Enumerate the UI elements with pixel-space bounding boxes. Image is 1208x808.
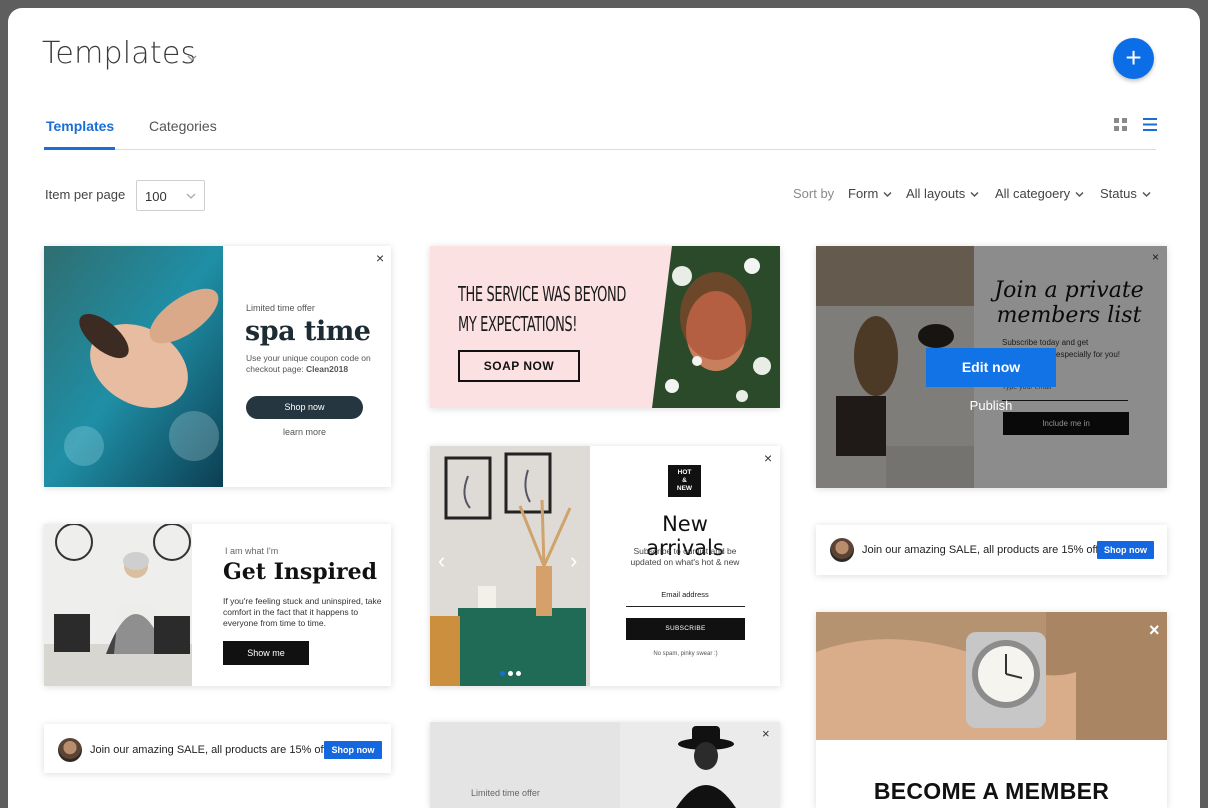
avatar	[58, 738, 82, 762]
plus-icon: +	[1125, 42, 1142, 73]
interior-plant-photo	[430, 446, 590, 686]
arrivals-subscribe-button[interactable]: SUBSCRIBE	[626, 618, 745, 640]
hot-new-badge: HOT & NEW	[668, 465, 701, 497]
spa-title: spa time	[245, 316, 371, 347]
template-card-limited[interactable]: × Limited time offer	[430, 722, 780, 808]
close-icon[interactable]: ×	[762, 726, 770, 741]
sale-bar-shop-button[interactable]: Shop now	[1097, 541, 1154, 559]
service-title: The service was beyond my expectations!	[458, 279, 688, 339]
filter-category[interactable]: All categoery	[995, 186, 1084, 201]
active-tab-indicator	[44, 147, 115, 150]
tab-categories[interactable]: Categories	[149, 118, 217, 134]
carousel-dot[interactable]	[508, 671, 513, 676]
sale-bar-shop-button[interactable]: Shop now	[324, 741, 382, 759]
inspired-body: If you're feeling stuck and uninspired, …	[223, 596, 382, 628]
close-icon[interactable]: ×	[376, 250, 384, 266]
member-title: BECOME A MEMBER	[873, 778, 1110, 804]
items-per-page-value: 100	[145, 189, 167, 204]
inspired-eyebrow: I am what I'm	[225, 546, 279, 556]
inspired-title: Get Inspired	[223, 559, 377, 585]
carousel-dots[interactable]	[500, 671, 524, 677]
items-per-page-label: Item per page	[45, 187, 126, 202]
tab-templates[interactable]: Templates	[46, 118, 114, 134]
spa-shop-button[interactable]: Shop now	[246, 396, 363, 419]
template-card-members[interactable]: Join a private members list Subscribe to…	[816, 246, 1167, 488]
sort-by-label: Sort by	[793, 186, 835, 201]
carousel-dot[interactable]	[516, 671, 521, 676]
chevron-down-icon	[970, 192, 979, 198]
sale-bar-text: Join our amazing SALE, all products are …	[862, 544, 1099, 556]
inspired-show-button[interactable]: Show me	[223, 641, 309, 665]
limited-eyebrow: Limited time offer	[471, 788, 540, 798]
sale-bar-text: Join our amazing SALE, all products are …	[90, 744, 327, 756]
edit-now-button[interactable]: Edit now	[926, 348, 1056, 387]
watch-photo	[816, 612, 1167, 740]
app-window: Templates + Templates Categories Item pe…	[8, 8, 1200, 808]
carousel-dot[interactable]	[500, 671, 505, 676]
chevron-down-icon	[1075, 192, 1084, 198]
template-card-inspired[interactable]: I am what I'm Get Inspired If you're fee…	[44, 524, 391, 686]
filter-layouts[interactable]: All layouts	[906, 186, 979, 201]
list-view-icon[interactable]	[1143, 118, 1157, 131]
filter-form-label: Form	[848, 186, 879, 201]
add-template-button[interactable]: +	[1113, 38, 1154, 79]
arrivals-footnote: No spam, pinky swear :)	[653, 651, 718, 657]
filter-form[interactable]: Form	[848, 186, 892, 201]
spa-eyebrow: Limited time offer	[246, 303, 315, 313]
items-per-page-select[interactable]: 100	[136, 180, 205, 211]
spa-body: Use your unique coupon code on checkout …	[246, 353, 386, 375]
template-card-member[interactable]: × BECOME A MEMBER	[816, 612, 1167, 808]
spa-coupon-code: Clean2018	[306, 364, 349, 374]
grid-view-icon[interactable]	[1114, 118, 1127, 131]
service-title-line1: The service was beyond	[458, 282, 626, 306]
publish-link[interactable]: Publish	[926, 398, 1056, 413]
arrivals-email-field[interactable]: Email address	[626, 590, 744, 599]
service-title-line2: my expectations!	[458, 312, 578, 336]
filter-status[interactable]: Status	[1100, 186, 1151, 201]
title-chevron-down-icon[interactable]	[184, 50, 200, 66]
filter-status-label: Status	[1100, 186, 1137, 201]
template-card-sale-bar-left[interactable]: Join our amazing SALE, all products are …	[44, 724, 391, 773]
template-card-sale-bar-right[interactable]: Join our amazing SALE, all products are …	[816, 525, 1167, 575]
carousel-next-icon[interactable]: ›	[570, 548, 577, 574]
chevron-down-icon	[186, 193, 196, 199]
close-icon[interactable]: ×	[764, 450, 772, 466]
template-card-arrivals[interactable]: ‹ › × HOT & NEW New arrivals Subscribe t…	[430, 446, 780, 686]
arrivals-input-line	[626, 606, 745, 607]
man-hat-photo	[620, 722, 780, 808]
spa-learn-more-link[interactable]: learn more	[246, 427, 363, 437]
filter-layouts-label: All layouts	[906, 186, 966, 201]
woman-bicycle-photo	[44, 524, 192, 686]
template-card-service[interactable]: The service was beyond my expectations! …	[430, 246, 780, 408]
tab-bar: Templates Categories	[44, 116, 1156, 150]
chevron-down-icon	[1142, 192, 1151, 198]
template-card-spa[interactable]: × Limited time offer spa time Use your u…	[44, 246, 391, 487]
arrivals-body: Subscribe to our list and be updated on …	[630, 546, 740, 567]
chevron-down-icon	[883, 192, 892, 198]
page-title: Templates	[42, 36, 197, 71]
filter-category-label: All categoery	[995, 186, 1071, 201]
spa-photo	[44, 246, 223, 487]
avatar	[830, 538, 854, 562]
carousel-prev-icon[interactable]: ‹	[438, 548, 445, 574]
close-icon[interactable]: ×	[1149, 620, 1160, 641]
service-soap-button[interactable]: SOAP NOW	[458, 350, 580, 382]
